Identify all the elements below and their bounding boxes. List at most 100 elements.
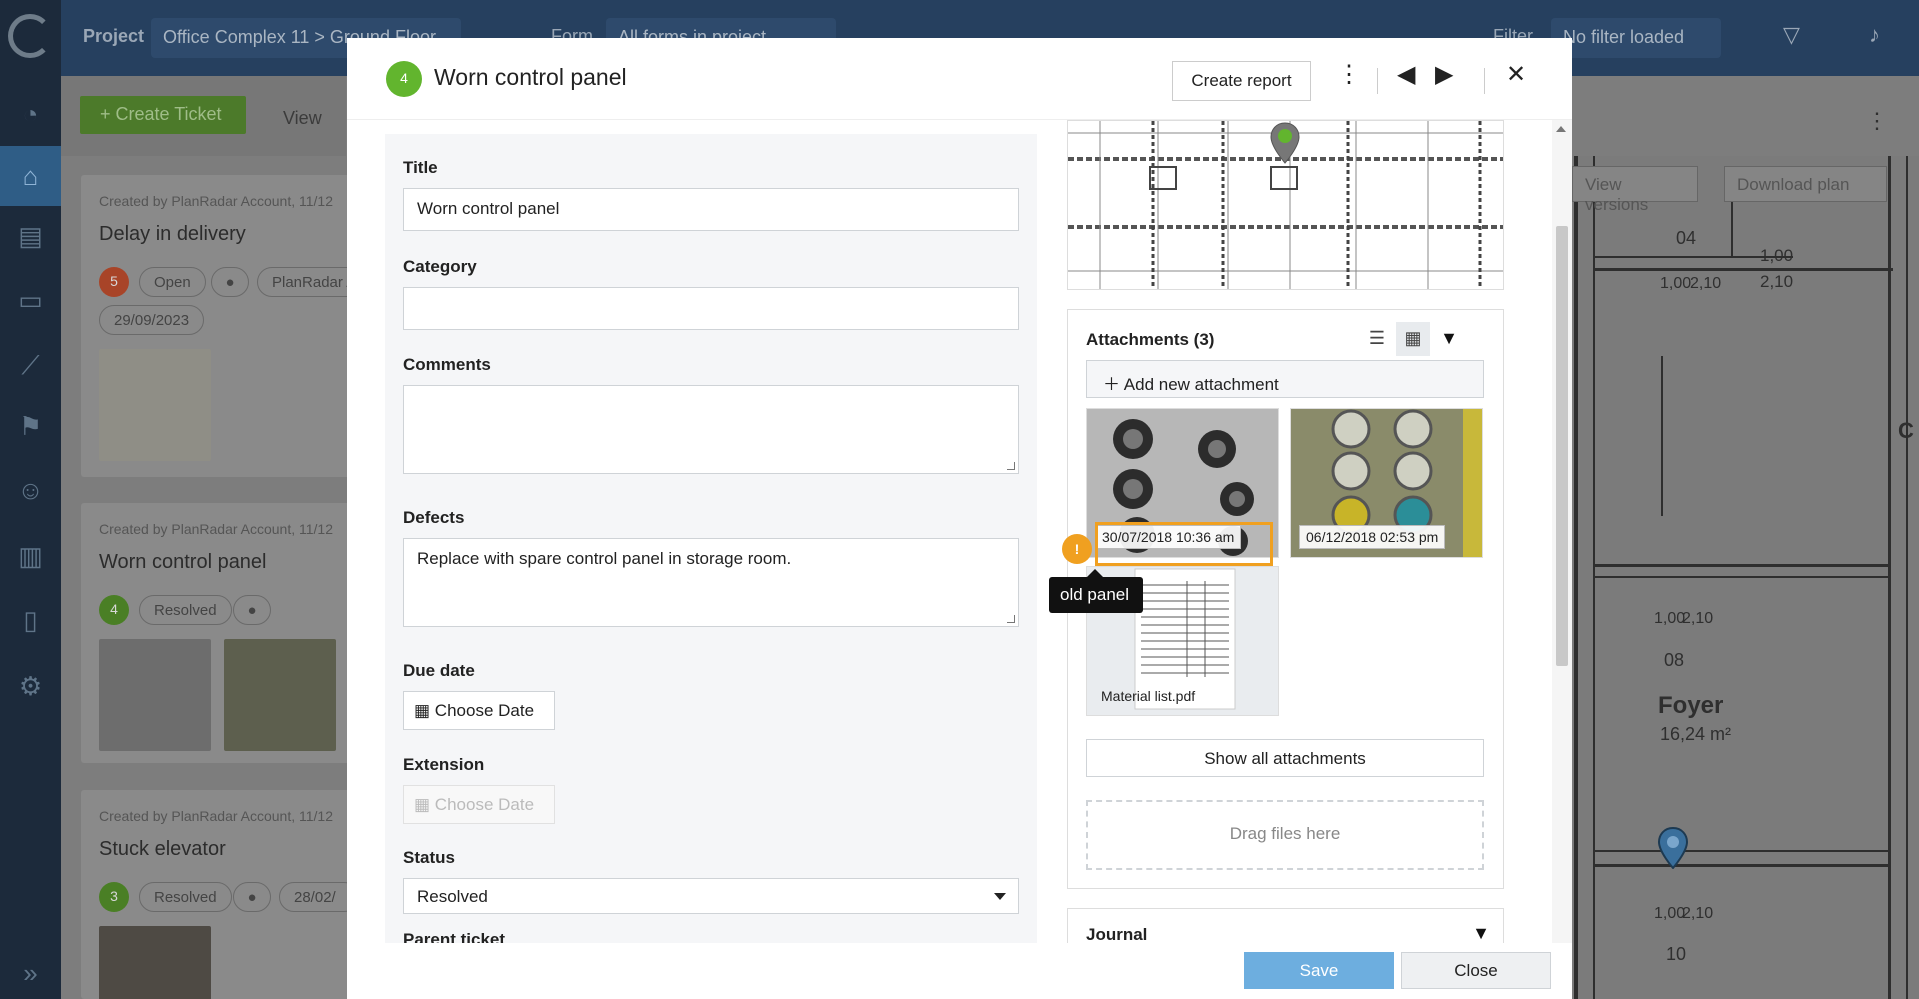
tickets-tag-icon[interactable]: ⌂	[0, 146, 61, 206]
clipboard-icon[interactable]: ▯	[0, 590, 61, 650]
ticket-thumbnail	[99, 639, 211, 751]
create-report-button[interactable]: Create report	[1172, 61, 1311, 101]
room-number: 08	[1664, 650, 1685, 670]
room-area: 16,24 m²	[1660, 724, 1732, 744]
settings-gear-icon[interactable]: ⚙	[0, 656, 61, 716]
comments-field[interactable]	[403, 385, 1019, 474]
category-field[interactable]	[403, 287, 1019, 330]
user-icon[interactable]: ☺	[0, 460, 61, 520]
forms-icon[interactable]: ▤	[0, 206, 61, 266]
view-versions-button[interactable]: View versions	[1572, 166, 1698, 214]
location-pin-icon: ●	[233, 595, 271, 625]
dimension-label: 1,00	[1654, 905, 1686, 922]
plus-icon: ＋	[1103, 375, 1124, 394]
plan-edge-letter: C	[1898, 418, 1914, 443]
extension-button-label: Choose Date	[434, 795, 535, 814]
attachment-thumbnail[interactable]: 06/12/2018 02:53 pm	[1290, 408, 1483, 558]
next-arrow-icon[interactable]: ▶	[1435, 60, 1453, 89]
dimension-label: 1,00	[1654, 610, 1686, 627]
create-ticket-button[interactable]: + Create Ticket	[80, 96, 246, 134]
dimension-label: 2,10	[1682, 610, 1714, 627]
ticket-thumbnail	[99, 926, 211, 999]
dimension-label: 1,00	[1760, 246, 1794, 265]
ticket-card[interactable]: Created by PlanRadar Account, 11/12 Worn…	[81, 503, 351, 763]
ticket-card[interactable]: Created by PlanRadar Account, 11/12 Dela…	[81, 175, 367, 477]
ticket-title: Stuck elevator	[99, 838, 226, 860]
attachment-tooltip: old panel	[1049, 577, 1143, 613]
defects-text: Replace with spare control panel in stor…	[417, 549, 792, 568]
dimension-label: 2,10	[1690, 275, 1722, 292]
plan-preview-drawing	[1068, 121, 1503, 289]
resize-handle-icon[interactable]	[1007, 615, 1015, 623]
resize-handle-icon[interactable]	[1007, 462, 1015, 470]
ruler-icon[interactable]: ⟋	[0, 336, 61, 396]
scroll-up-arrow-icon[interactable]	[1556, 126, 1566, 132]
grid-view-icon[interactable]: ▦	[1396, 322, 1430, 356]
ticket-number-badge: 5	[99, 267, 129, 297]
due-date-button[interactable]: ▦ Choose Date	[403, 691, 555, 730]
note-badge[interactable]: !	[1062, 534, 1092, 564]
statistics-icon[interactable]: ▥	[0, 526, 61, 586]
list-view-icon[interactable]: ☰	[1360, 322, 1394, 356]
status-label: Status	[403, 848, 455, 867]
header-divider	[1377, 68, 1378, 94]
save-button[interactable]: Save	[1244, 952, 1394, 989]
ticket-date-pill: 29/09/2023	[99, 305, 205, 335]
funnel-icon[interactable]: ▽	[1783, 22, 1800, 48]
ticket-modal: 4 Worn control panel Create report ⋮ ◀ ▶…	[347, 38, 1572, 999]
category-label: Category	[403, 257, 477, 276]
attachment-label: 06/12/2018 02:53 pm	[1299, 525, 1446, 549]
due-date-button-label: Choose Date	[434, 701, 535, 720]
show-all-attachments-button[interactable]: Show all attachments	[1086, 739, 1484, 777]
chevron-down-icon	[994, 893, 1006, 900]
extension-date-button: ▦ Choose Date	[403, 785, 555, 824]
dimension-label: 2,10	[1760, 272, 1794, 291]
status-select[interactable]: Resolved	[403, 878, 1019, 914]
room-number: 04	[1676, 228, 1697, 248]
ticket-number-badge: 3	[99, 882, 129, 912]
ticket-meta: Created by PlanRadar Account, 11/12	[99, 808, 334, 824]
ticket-number-badge: 4	[386, 61, 422, 97]
ticket-status-pill: Resolved	[139, 595, 232, 625]
filter-select[interactable]: No filter loaded	[1551, 18, 1721, 58]
ticket-card[interactable]: Created by PlanRadar Account, 11/12 Stuc…	[81, 790, 359, 999]
more-options-icon[interactable]: ⋮	[1866, 108, 1888, 134]
ticket-form: Title Worn control panel Category Commen…	[385, 134, 1037, 979]
close-button[interactable]: Close	[1401, 952, 1551, 989]
modal-header: 4 Worn control panel Create report ⋮ ◀ ▶…	[347, 38, 1572, 120]
attachment-highlight	[1095, 522, 1273, 566]
defects-field[interactable]: Replace with spare control panel in stor…	[403, 538, 1019, 627]
more-options-icon[interactable]: ⋮	[1337, 60, 1361, 89]
room-number: 10	[1666, 944, 1687, 964]
file-dropzone[interactable]: Drag files here	[1086, 800, 1484, 870]
folder-icon[interactable]: ▭	[0, 270, 61, 330]
dimension-label: 1,00	[1660, 275, 1692, 292]
floor-plan[interactable]	[1571, 156, 1919, 999]
close-icon[interactable]: ✕	[1506, 60, 1526, 89]
ticket-thumbnail	[99, 349, 211, 461]
title-label: Title	[403, 158, 438, 177]
attachment-label: Material list.pdf	[1101, 688, 1196, 704]
plan-pin-icon[interactable]	[1657, 827, 1689, 869]
ticket-meta: Created by PlanRadar Account, 11/12	[99, 521, 334, 537]
app-logo[interactable]	[8, 14, 52, 58]
flag-icon[interactable]: ⚑	[0, 396, 61, 456]
dashboard-icon[interactable]: ◔	[0, 84, 61, 144]
previous-arrow-icon[interactable]: ◀	[1397, 60, 1415, 89]
room-name: Foyer	[1658, 692, 1724, 719]
add-attachment-button[interactable]: ＋ Add new attachment	[1086, 360, 1484, 398]
expand-sidebar-icon[interactable]: »	[0, 958, 61, 989]
bell-icon[interactable]: ♪	[1869, 22, 1880, 48]
scrollbar-thumb[interactable]	[1556, 226, 1568, 666]
ticket-status-pill: Resolved	[139, 882, 232, 912]
ticket-number-badge: 4	[99, 595, 129, 625]
ticket-status-pill: Open	[139, 267, 206, 297]
download-plan-button[interactable]: Download plan	[1724, 166, 1887, 202]
project-label: Project	[83, 26, 145, 46]
defects-label: Defects	[403, 508, 465, 527]
due-date-label: Due date	[403, 661, 475, 680]
plan-preview[interactable]	[1067, 120, 1504, 290]
title-field[interactable]: Worn control panel	[403, 188, 1019, 231]
filter-funnel-icon[interactable]: ▼	[1432, 322, 1466, 356]
comments-label: Comments	[403, 355, 491, 374]
